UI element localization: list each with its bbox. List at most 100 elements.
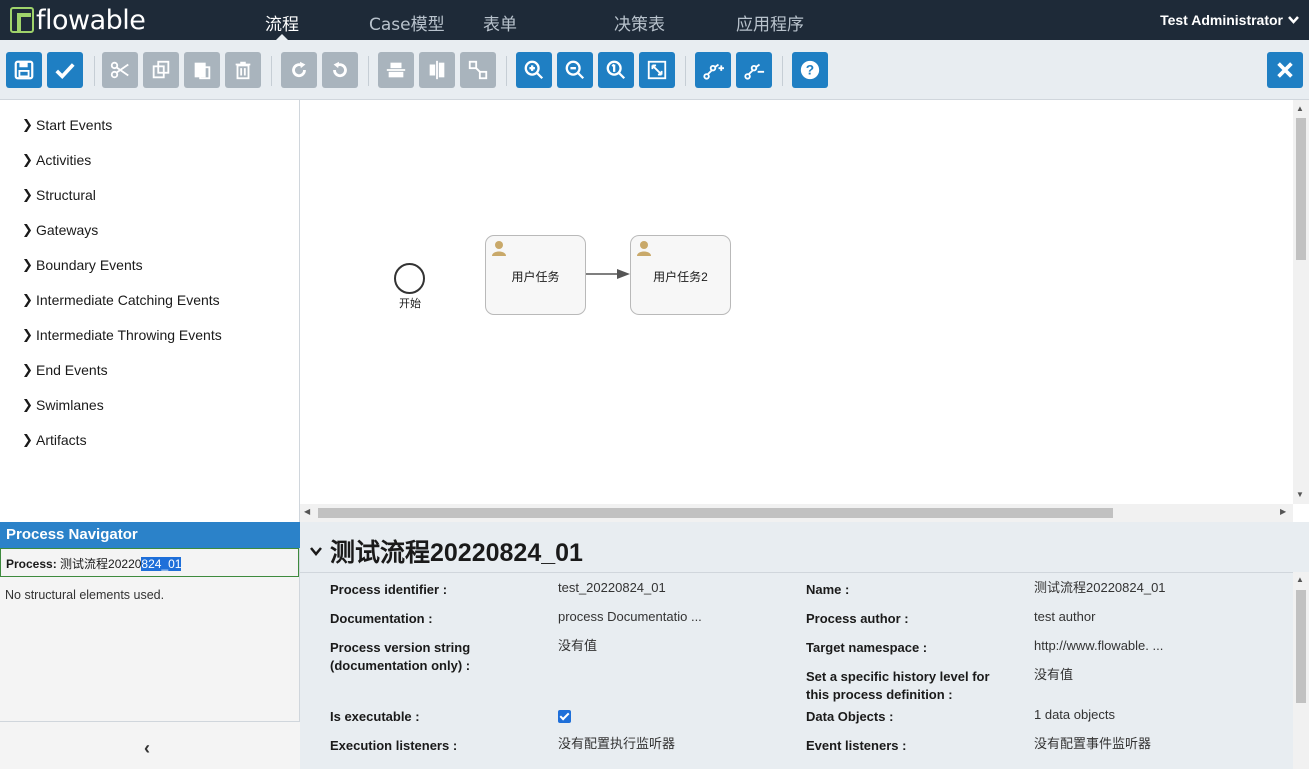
align-vertical-button[interactable] [419,52,455,88]
start-event[interactable] [394,263,425,294]
prop-value-version-string[interactable]: 没有值 [558,637,597,655]
user-task-1[interactable]: 用户任务 [485,235,586,315]
cut-button[interactable] [102,52,138,88]
palette-group-label: Intermediate Catching Events [36,292,220,308]
zoom-in-icon [524,60,544,80]
chevron-right-icon: ❯ [22,292,33,307]
chevron-right-icon: ❯ [22,327,33,342]
prop-value-event-listeners[interactable]: 没有配置事件监听器 [1034,735,1151,753]
prop-value-process-author[interactable]: test author [1034,608,1095,626]
toolbar-divider [782,56,783,86]
palette-group-boundary-events[interactable]: ❯ Boundary Events [22,257,143,273]
chevron-right-icon: ❯ [22,117,33,132]
properties-scrollbar[interactable]: ▲ [1293,572,1309,769]
prop-label-history-level: Set a specific history level for this pr… [806,669,990,702]
zoom-out-button[interactable] [557,52,593,88]
chevron-right-icon: ❯ [22,362,33,377]
scroll-left-icon[interactable]: ◀ [304,507,310,516]
scrollbar-thumb[interactable] [318,508,1113,518]
palette-group-artifacts[interactable]: ❯ Artifacts [22,432,87,448]
help-button[interactable]: ? [792,52,828,88]
redo-icon [292,61,306,77]
scroll-right-icon[interactable]: ▶ [1280,507,1286,516]
remove-bendpoint-button[interactable] [736,52,772,88]
nav-process[interactable]: 流程 [265,10,299,35]
prop-value-name[interactable]: 测试流程20220824_01 [1034,579,1166,597]
is-executable-checkbox[interactable] [558,710,571,723]
zoom-out-icon [565,60,585,80]
chevron-right-icon: ❯ [22,397,33,412]
palette-group-swimlanes[interactable]: ❯ Swimlanes [22,397,104,413]
canvas-horizontal-scrollbar[interactable]: ◀ ▶ [300,504,1293,522]
chevron-right-icon: ❯ [22,187,33,202]
palette-group-gateways[interactable]: ❯ Gateways [22,222,98,238]
delete-button[interactable] [225,52,261,88]
properties-title[interactable]: 测试流程20220824_01 [310,533,583,569]
same-size-button[interactable] [460,52,496,88]
check-icon [55,63,75,80]
diagram-canvas[interactable] [300,100,1309,522]
palette-group-label: End Events [36,362,108,378]
user-menu[interactable]: Test Administrator [1160,12,1299,28]
scroll-up-icon[interactable]: ▲ [1296,104,1304,113]
task-label: 用户任务 [511,270,560,284]
palette-group-intermediate-throwing-events[interactable]: ❯ Intermediate Throwing Events [22,327,222,343]
zoom-fit-button[interactable] [639,52,675,88]
user-name: Test Administrator [1160,12,1283,28]
prop-label-version-string: Process version string (documentation on… [330,640,471,673]
zoom-fit-icon [647,60,667,80]
prop-value-execution-listeners[interactable]: 没有配置执行监听器 [558,735,675,753]
palette-group-intermediate-catching-events[interactable]: ❯ Intermediate Catching Events [22,292,220,308]
validate-button[interactable] [47,52,83,88]
palette-group-end-events[interactable]: ❯ End Events [22,362,108,378]
help-icon: ? [800,60,820,80]
palette-group-activities[interactable]: ❯ Activities [22,152,91,168]
toolbar-divider [368,56,369,86]
copy-button[interactable] [143,52,179,88]
collapse-left-icon[interactable]: ‹ [144,738,150,759]
undo-button[interactable] [322,52,358,88]
palette-group-structural[interactable]: ❯ Structural [22,187,96,203]
nav-case-model[interactable]: Case模型 [369,10,445,35]
task-label: 用户任务2 [653,270,708,284]
zoom-actual-icon [606,60,626,80]
scrollbar-thumb[interactable] [1296,118,1306,260]
scroll-up-icon[interactable]: ▲ [1296,575,1304,584]
process-label: Process: [6,557,57,571]
prop-value-data-objects[interactable]: 1 data objects [1034,706,1115,724]
prop-value-process-identifier[interactable]: test_20220824_01 [558,579,666,597]
chevron-right-icon: ❯ [22,222,33,237]
paste-button[interactable] [184,52,220,88]
flowable-logo[interactable]: flowable [10,5,146,36]
process-navigator-item[interactable]: Process: 测试流程20220824_01 [0,548,299,577]
nav-forms[interactable]: 表单 [483,10,517,35]
prop-value-target-namespace[interactable]: http://www.flowable. ... [1034,637,1163,655]
palette-group-label: Structural [36,187,96,203]
toolbar-divider [506,56,507,86]
user-icon [492,241,506,256]
close-editor-button[interactable] [1267,52,1303,88]
prop-label-name: Name : [806,582,850,597]
scrollbar-thumb[interactable] [1296,590,1306,703]
canvas-vertical-scrollbar[interactable]: ▲ ▼ [1293,100,1309,504]
same-size-icon [468,60,488,80]
add-bendpoint-button[interactable] [695,52,731,88]
scroll-down-icon[interactable]: ▼ [1296,490,1304,499]
palette-group-label: Artifacts [36,432,87,448]
user-task-2[interactable]: 用户任务2 [630,235,731,315]
palette-group-label: Start Events [36,117,113,133]
align-horizontal-button[interactable] [378,52,414,88]
zoom-actual-button[interactable] [598,52,634,88]
palette-group-start-events[interactable]: ❯ Start Events [22,117,112,133]
nav-apps[interactable]: 应用程序 [736,10,804,35]
palette-group-label: Activities [36,152,92,168]
undo-icon [333,61,347,77]
nav-decision-tables[interactable]: 决策表 [614,10,665,35]
redo-button[interactable] [281,52,317,88]
prop-value-history-level[interactable]: 没有值 [1034,666,1073,684]
prop-value-documentation[interactable]: process Documentatio ... [558,608,702,626]
save-button[interactable] [6,52,42,88]
zoom-in-button[interactable] [516,52,552,88]
prop-label-documentation: Documentation : [330,611,433,626]
process-title: 测试流程20220824_01 [330,539,583,567]
